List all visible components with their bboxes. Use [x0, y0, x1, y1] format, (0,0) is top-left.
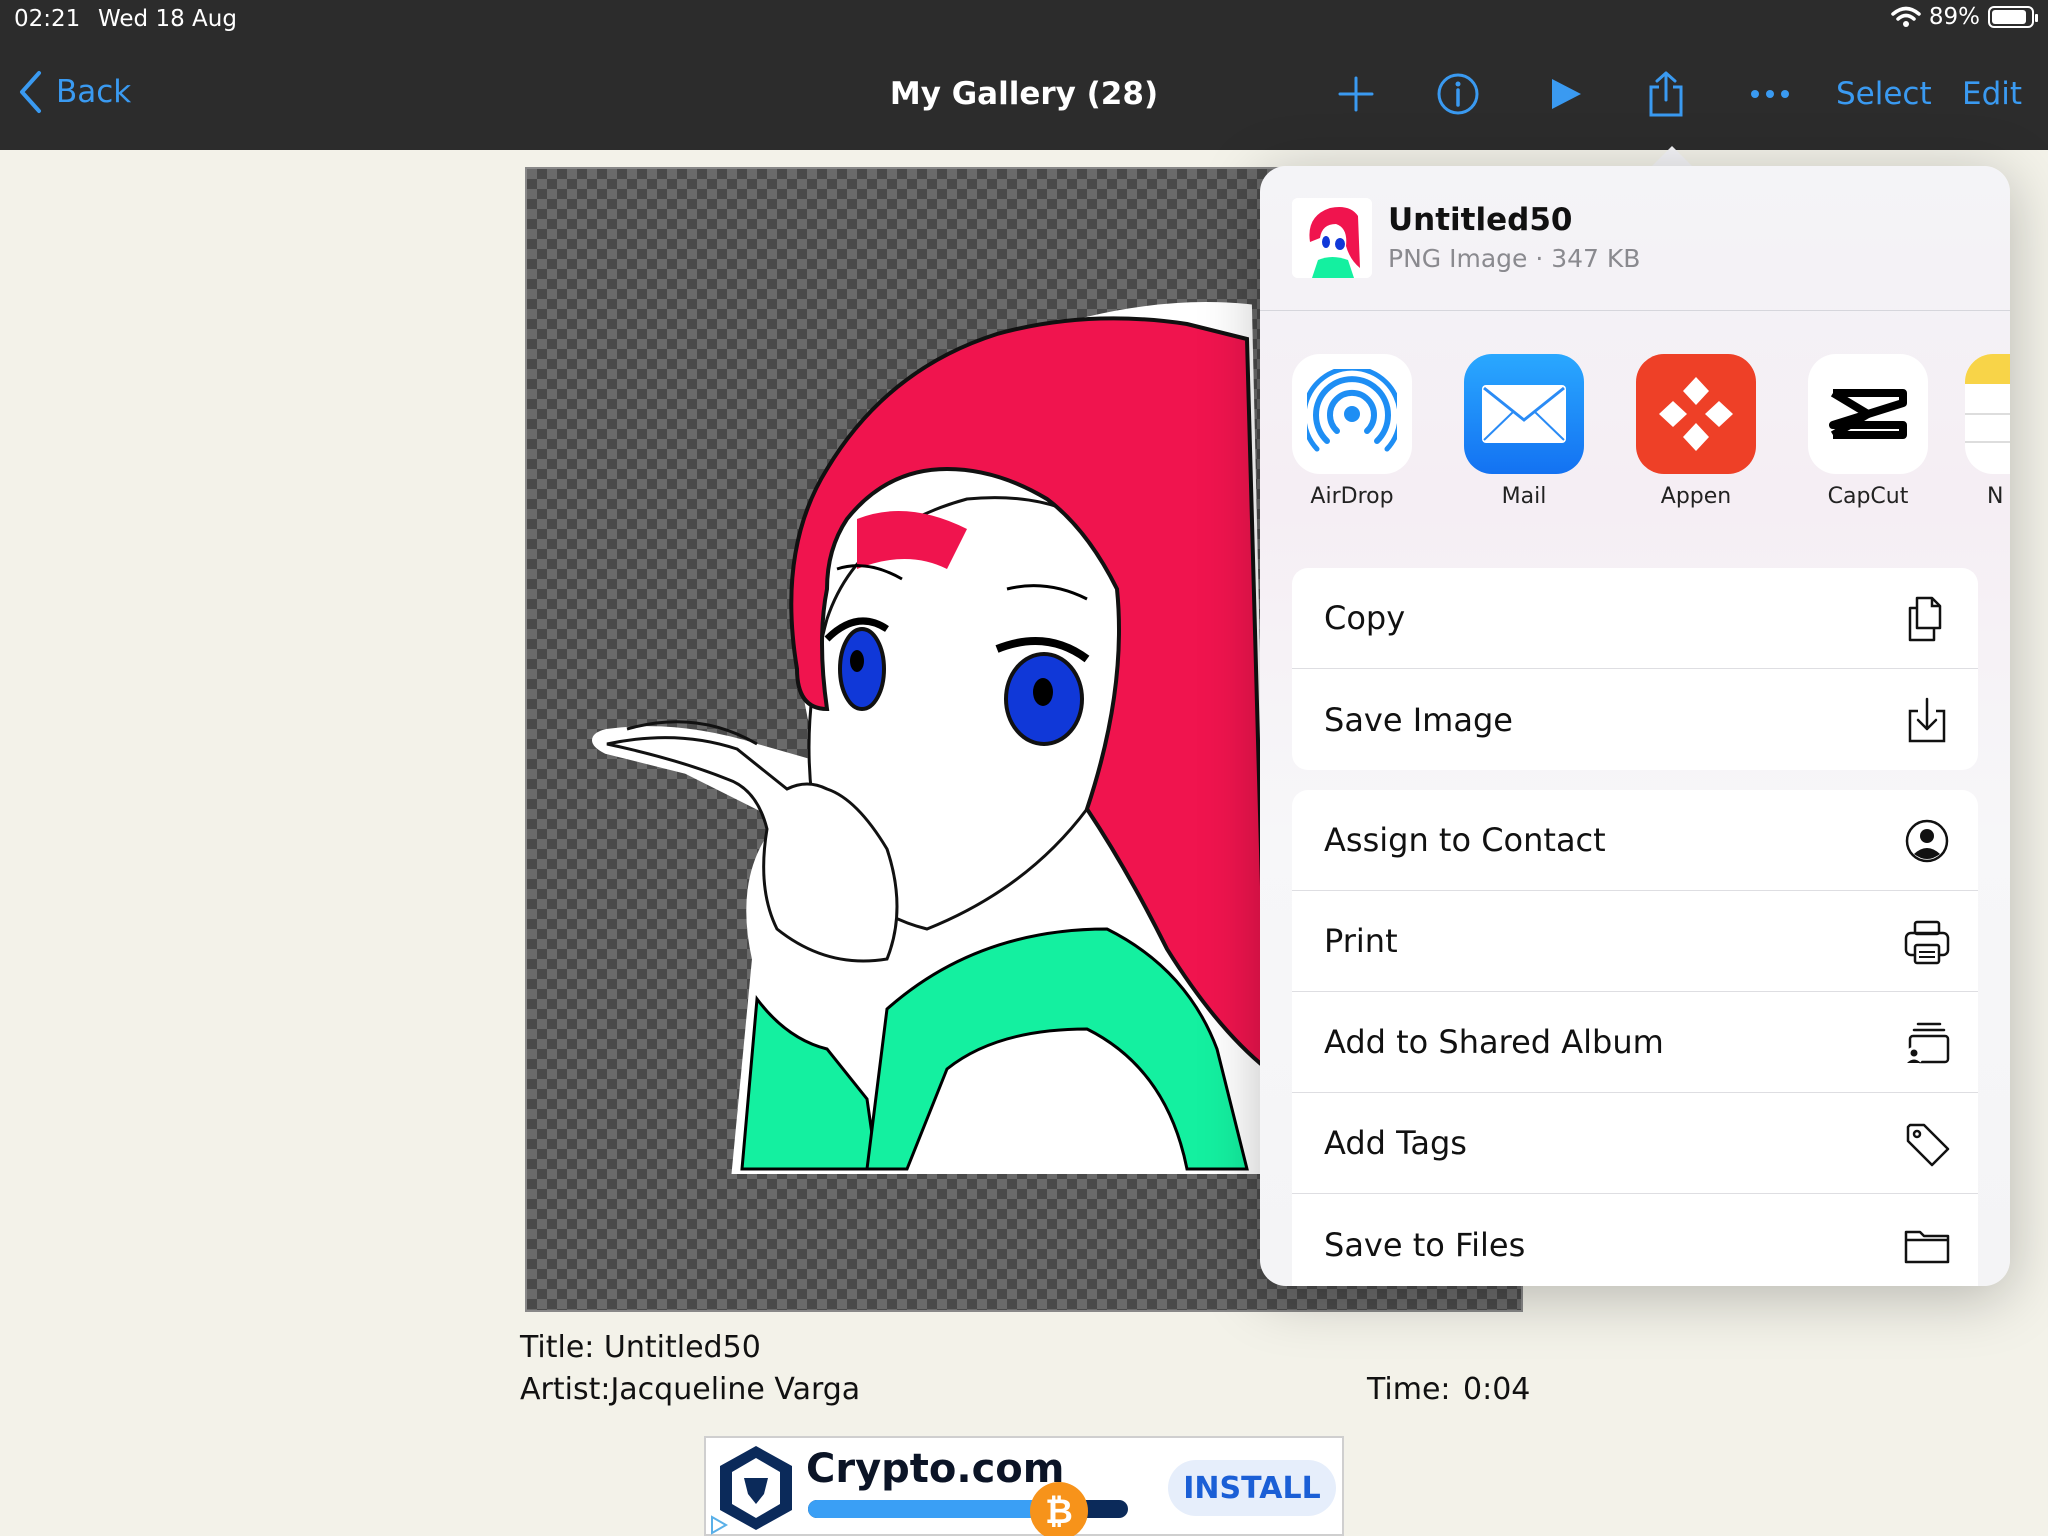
printer-icon [1904, 920, 1950, 965]
copy-icon [1908, 596, 1942, 642]
artwork-time-value: 0:04 [1463, 1372, 1531, 1407]
share-app-capcut[interactable]: CapCut [1793, 354, 1943, 509]
action-copy[interactable]: Copy [1292, 568, 1978, 669]
contact-icon [1905, 819, 1949, 863]
artwork-artist: Artist:Jacqueline Varga [520, 1372, 861, 1407]
artwork-time-label: Time: [1367, 1372, 1451, 1407]
notes-icon [1965, 354, 2010, 474]
file-name: Untitled50 [1388, 202, 1573, 238]
tag-icon [1906, 1123, 1950, 1167]
share-sheet-pointer [1650, 146, 1694, 168]
ad-banner[interactable]: Crypto.com ₿ INSTALL [704, 1436, 1344, 1536]
share-app-mail[interactable]: Mail [1449, 354, 1599, 509]
play-icon [1552, 79, 1581, 109]
share-app-airdrop[interactable]: AirDrop [1277, 354, 1427, 509]
status-time: 02:21 [14, 6, 81, 32]
action-label: Save to Files [1324, 1225, 1526, 1264]
share-app-notes[interactable]: N [1965, 354, 2010, 509]
app-label: Mail [1501, 484, 1547, 509]
ad-brand: Crypto.com [806, 1446, 1065, 1492]
share-app-appen[interactable]: Appen [1621, 354, 1771, 509]
back-label: Back [56, 74, 132, 110]
share-sheet: Untitled50 PNG Image · 347 KB AirDrop Ma… [1260, 166, 2010, 1286]
ad-install-button[interactable]: INSTALL [1168, 1460, 1336, 1516]
status-indicators: 89% [1891, 4, 2038, 30]
select-button[interactable]: Select [1836, 68, 1932, 120]
chevron-left-icon [20, 71, 41, 113]
action-print[interactable]: Print [1292, 891, 1978, 992]
battery-icon [1988, 6, 2038, 28]
app-label: Appen [1660, 484, 1732, 509]
action-label: Add Tags [1324, 1124, 1467, 1162]
share-icon [1649, 71, 1683, 117]
folder-icon [1904, 1230, 1950, 1264]
action-label: Add to Shared Album [1324, 1023, 1664, 1061]
action-save-image[interactable]: Save Image [1292, 669, 1978, 770]
shared-album-icon [1905, 1022, 1950, 1065]
app-label: CapCut [1827, 484, 1909, 509]
app-label: AirDrop [1310, 484, 1394, 509]
wifi-icon [1891, 6, 1921, 27]
play-button[interactable] [1540, 68, 1592, 120]
more-icon [1751, 90, 1789, 98]
battery-percent: 89% [1928, 4, 1980, 30]
page-title: My Gallery (28) [889, 76, 1159, 112]
action-add-to-shared-album[interactable]: Add to Shared Album [1292, 992, 1978, 1093]
back-button[interactable]: Back [18, 70, 131, 114]
file-thumbnail [1292, 198, 1372, 278]
share-button[interactable] [1640, 68, 1692, 120]
action-assign-to-contact[interactable]: Assign to Contact [1292, 790, 1978, 891]
svg-text:₿: ₿ [1045, 1492, 1073, 1532]
action-label: Print [1324, 922, 1398, 960]
share-sheet-header: Untitled50 PNG Image · 347 KB [1260, 166, 2010, 311]
edit-button[interactable]: Edit [1962, 68, 2022, 120]
add-button[interactable] [1330, 68, 1382, 120]
artwork-title: Title: Untitled50 [520, 1330, 761, 1365]
capcut-icon [1808, 354, 1928, 474]
plus-icon [1338, 76, 1374, 112]
ad-choices-icon[interactable] [708, 1514, 730, 1536]
info-icon [1437, 73, 1479, 115]
download-icon [1908, 697, 1946, 743]
top-bar: 02:21 Wed 18 Aug 89% Back My Gallery (28… [0, 0, 2048, 150]
airdrop-icon [1292, 354, 1412, 474]
appen-icon [1636, 354, 1756, 474]
status-date: Wed 18 Aug [98, 6, 237, 32]
file-info: PNG Image · 347 KB [1388, 244, 1641, 273]
bitcoin-icon: ₿ [1030, 1482, 1088, 1536]
mail-icon [1464, 354, 1584, 474]
app-label: N [1987, 484, 2004, 509]
action-label: Copy [1324, 599, 1406, 637]
info-button[interactable] [1432, 68, 1484, 120]
action-group-secondary: Assign to Contact Print Add to Shared Al… [1292, 790, 1978, 1286]
action-label: Assign to Contact [1324, 821, 1606, 859]
action-add-tags[interactable]: Add Tags [1292, 1093, 1978, 1194]
action-save-to-files[interactable]: Save to Files [1292, 1194, 1978, 1286]
share-app-row: AirDrop Mail Appen CapCut N [1260, 354, 2010, 514]
more-button[interactable] [1744, 68, 1796, 120]
action-label: Save Image [1324, 700, 1513, 739]
action-group-primary: Copy Save Image [1292, 568, 1978, 770]
